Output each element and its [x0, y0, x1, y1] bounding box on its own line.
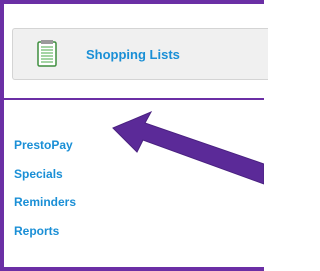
- nav-item-specials[interactable]: Specials: [14, 167, 76, 181]
- app-frame: Shopping Lists PrestoPay Specials Remind…: [0, 0, 268, 271]
- nav-item-reports[interactable]: Reports: [14, 224, 76, 238]
- nav-item-prestopay[interactable]: PrestoPay: [14, 138, 76, 152]
- sidebar-nav: PrestoPay Specials Reminders Reports: [14, 138, 76, 252]
- nav-item-reminders[interactable]: Reminders: [14, 195, 76, 209]
- section-divider: [4, 98, 264, 100]
- page-title: Shopping Lists: [86, 47, 180, 62]
- notepad-list-icon: [37, 39, 57, 67]
- shopping-lists-header[interactable]: Shopping Lists: [12, 28, 268, 80]
